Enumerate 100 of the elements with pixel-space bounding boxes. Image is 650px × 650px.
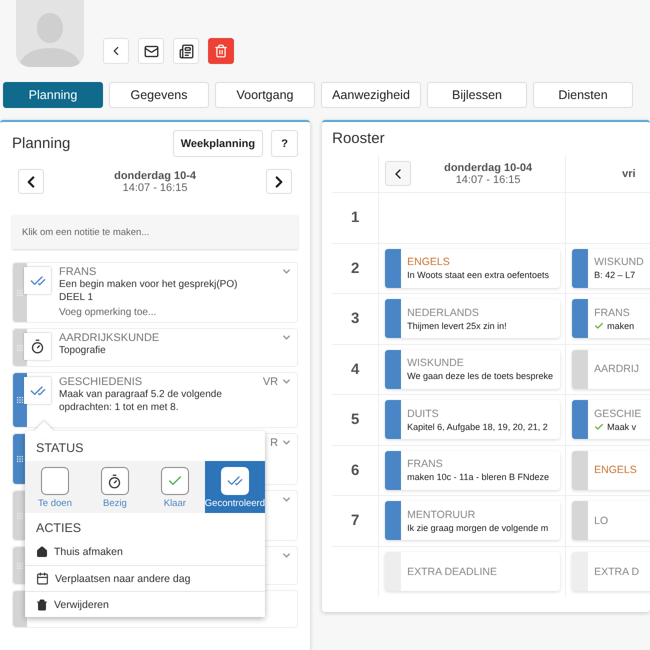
lesson-note: maken 10c - 11a - bleren B FNdeze <box>407 472 550 482</box>
status-toggle[interactable] <box>24 267 51 294</box>
panel-title: Planning <box>12 135 72 152</box>
lesson-bar <box>385 400 402 440</box>
tab[interactable]: Planning <box>3 82 103 108</box>
status-option[interactable]: Gecontroleerd <box>204 461 265 513</box>
lesson-subject: ENGELS <box>594 464 637 476</box>
time-range: 14:07 - 16:15 <box>456 174 521 186</box>
previous-day-button[interactable] <box>18 169 44 194</box>
task-tag: VR <box>262 376 278 388</box>
next-day-button[interactable] <box>266 169 292 194</box>
lesson-subject: DUITS <box>407 408 440 420</box>
lesson-card[interactable]: WISKUND B: 42 – L7 <box>572 248 650 288</box>
lesson-bar <box>385 552 402 592</box>
lesson-bar <box>572 350 588 389</box>
status-toggle[interactable] <box>24 333 51 360</box>
mail-button[interactable] <box>138 38 164 64</box>
lesson-card[interactable]: ENGELS In Woots staat een extra oefentoets <box>385 248 560 288</box>
note-field[interactable]: Klik om een notitie te maken... <box>12 215 298 249</box>
stopwatch-icon <box>107 474 122 488</box>
tab[interactable]: Bijlessen <box>427 82 527 108</box>
lesson-card[interactable]: EXTRA D <box>572 552 650 592</box>
trash-icon <box>214 44 228 58</box>
lesson-note: We gaan deze les de toets bespreke <box>407 371 554 382</box>
lesson-card[interactable]: FRANS maken 10c - 11a - bleren B FNdeze <box>385 450 560 490</box>
weekplanning-button[interactable]: Weekplanning <box>172 130 264 157</box>
lesson-note: Kapitel 6, Aufgabe 18, 19, 20, 21, 2 <box>407 422 548 432</box>
lesson-card[interactable]: NEDERLANDS Thijmen levert 25x zin in! <box>385 299 560 338</box>
tab[interactable]: Diensten <box>533 82 633 108</box>
help-button[interactable]: ? <box>271 130 298 157</box>
lesson-bar <box>572 248 588 288</box>
task-subject: FRANS <box>59 266 98 278</box>
period-number: 4 <box>350 360 360 378</box>
task-tag: R <box>270 437 278 449</box>
lesson-note: maken <box>594 320 634 331</box>
menu-item[interactable]: Verplaatsen naar andere dag <box>25 565 265 591</box>
lesson-subject: WISKUND <box>594 256 644 268</box>
mail-icon <box>144 44 158 58</box>
drag-handle[interactable] <box>13 263 27 322</box>
docs-button[interactable] <box>173 38 199 64</box>
stopwatch-icon <box>30 339 45 354</box>
tab[interactable]: Voortgang <box>215 82 315 108</box>
task-subject: AARDRIJKSKUNDE <box>59 332 160 344</box>
lesson-card[interactable]: DUITS Kapitel 6, Aufgabe 18, 19, 20, 21, 2 <box>385 400 560 440</box>
lesson-note: B: 42 – L7 <box>594 270 636 280</box>
time-range: 14:07 - 16:15 <box>122 182 188 194</box>
lesson-bar <box>572 501 588 540</box>
lesson-note: In Woots staat een extra oefentoets <box>407 270 550 280</box>
lesson-bar <box>572 450 588 490</box>
task-card[interactable]: GESCHIEDENIS Maak van paragraaf 5.2 de volgende opdrachten: 1 tot en met 8. VR <box>12 372 298 428</box>
panel-title: Rooster <box>332 130 386 147</box>
menu-item[interactable]: Thuis afmaken <box>25 539 265 565</box>
status-toggle[interactable] <box>24 377 51 404</box>
lesson-subject: LO <box>594 514 608 527</box>
lesson-subject: ENGELS <box>407 256 451 268</box>
avatar <box>16 0 84 67</box>
tab[interactable]: Gegevens <box>109 82 209 108</box>
period-number: 1 <box>350 209 360 226</box>
lesson-bar <box>572 552 588 592</box>
period-number: 2 <box>350 260 360 277</box>
lesson-note: Thijmen levert 25x zin in! <box>407 320 507 331</box>
lesson-bar <box>385 450 402 490</box>
lesson-bar <box>385 350 402 389</box>
lesson-subject: EXTRA DEADLINE <box>407 566 497 578</box>
task-description: Maak van paragraaf 5.2 de volgende opdrachten: 1 tot en met 8. <box>59 389 223 414</box>
task-card[interactable]: FRANS Een begin maken voor het gesprekj(PO) DEEL 1 Voeg opmerking toe... <box>12 262 298 323</box>
back-button[interactable] <box>103 38 129 64</box>
task-description: Topografie <box>59 345 107 358</box>
section-title: ACTIES <box>35 520 82 537</box>
comment-link[interactable]: Voeg opmerking toe... <box>59 307 276 318</box>
lesson-bar <box>385 299 402 338</box>
period-number: 3 <box>350 310 360 328</box>
lesson-subject: AARDRIJ <box>594 363 640 376</box>
lesson-card[interactable]: WISKUNDE We gaan deze les de toets bespreke <box>385 350 560 389</box>
lesson-card[interactable]: GESCHIE Maak v <box>572 400 650 440</box>
lesson-subject: GESCHIE <box>594 408 642 420</box>
lesson-bar <box>572 299 588 338</box>
period-number: 6 <box>350 462 360 479</box>
menu-item[interactable]: Verwijderen <box>25 591 265 617</box>
lesson-card[interactable]: LO <box>572 501 650 540</box>
lesson-subject: FRANS <box>594 306 631 319</box>
lesson-subject: FRANS <box>407 458 444 470</box>
lesson-card[interactable]: FRANS maken <box>572 299 650 338</box>
lesson-bar <box>385 501 402 540</box>
task-subject: GESCHIEDENIS <box>59 376 144 388</box>
lesson-card[interactable]: MENTORUUR Ik zie graag morgen de volgende m <box>385 501 560 540</box>
lesson-note: Maak v <box>594 422 642 432</box>
delete-button[interactable] <box>208 38 234 64</box>
lesson-bar <box>385 248 402 288</box>
lesson-subject: NEDERLANDS <box>407 306 480 319</box>
day-label: vri <box>622 168 636 180</box>
day-label: donderdag 10-04 <box>444 162 532 174</box>
tab[interactable]: Aanwezigheid <box>321 82 421 108</box>
period-number: 7 <box>350 512 360 530</box>
lesson-card[interactable]: EXTRA DEADLINE <box>385 552 560 592</box>
lesson-card[interactable]: AARDRIJ <box>572 350 650 389</box>
documents-icon <box>178 44 194 58</box>
section-title: STATUS <box>35 440 84 457</box>
lesson-bar <box>572 400 588 440</box>
task-card[interactable]: AARDRIJKSKUNDE Topografie <box>12 328 298 367</box>
